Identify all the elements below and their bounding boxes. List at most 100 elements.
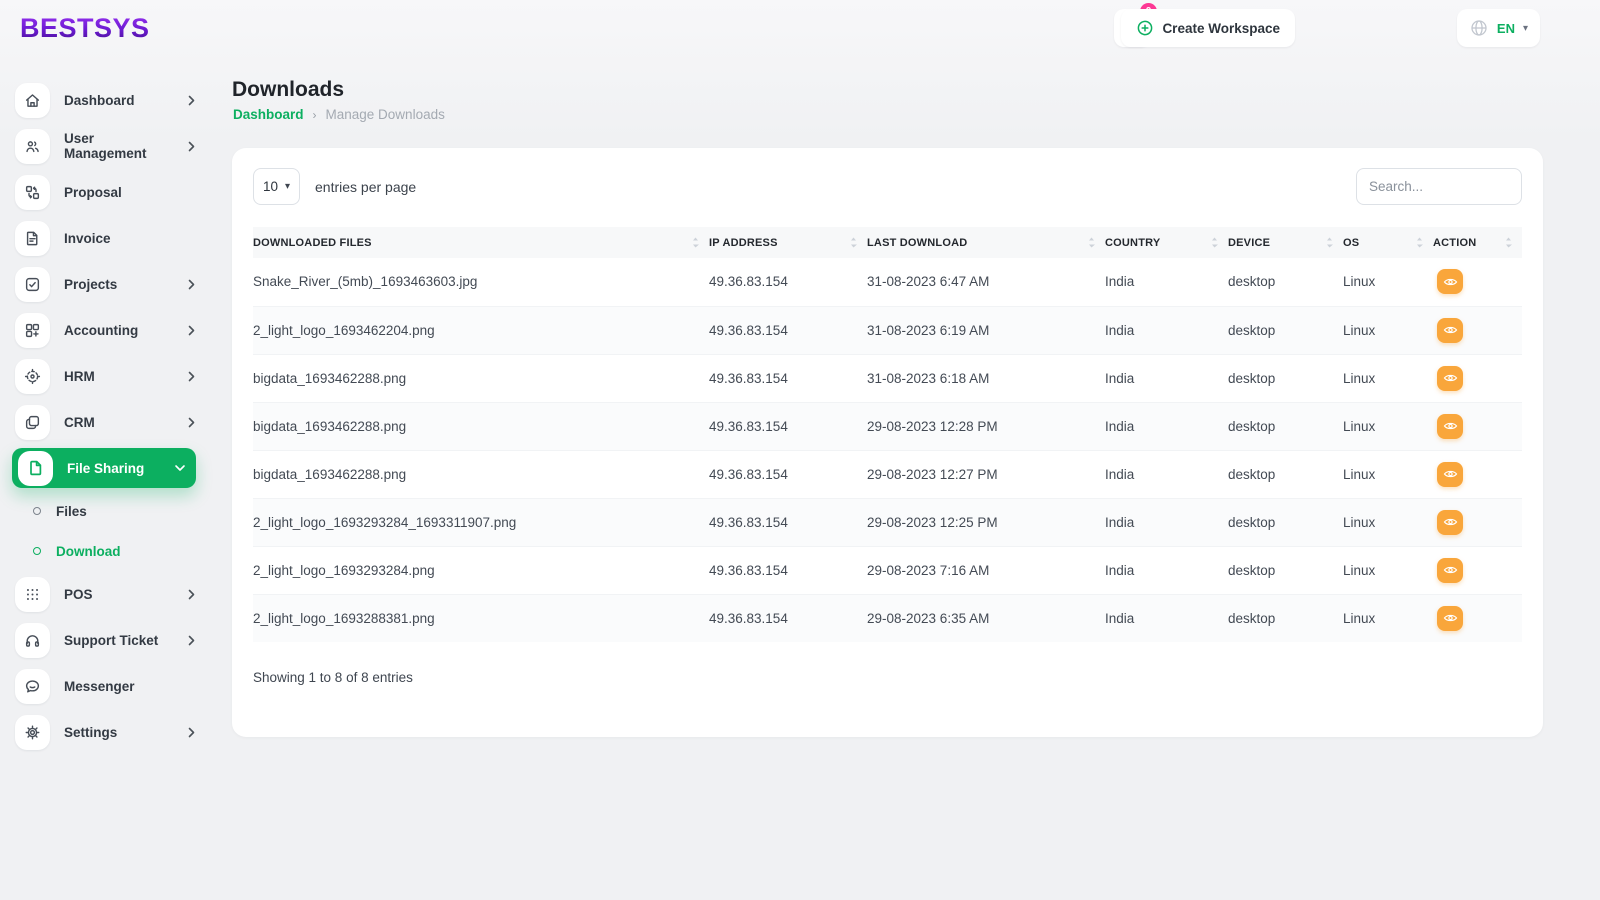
sort-icon[interactable] [850, 237, 857, 248]
cell-country: India [1105, 306, 1228, 354]
cell-last-download: 29-08-2023 7:16 AM [867, 546, 1105, 594]
view-button[interactable] [1437, 318, 1463, 343]
sort-icon[interactable] [1211, 237, 1218, 248]
sort-icon[interactable] [1505, 237, 1512, 248]
sidebar-item-invoice[interactable]: Invoice [0, 215, 210, 261]
cell-ip-address: 49.36.83.154 [709, 498, 867, 546]
create-workspace-button[interactable]: Create Workspace [1121, 9, 1295, 47]
proposal-icon [15, 175, 50, 210]
chevron-right-icon [188, 589, 196, 600]
sidebar-item-label: Messenger [64, 679, 135, 694]
sort-icon[interactable] [1088, 237, 1095, 248]
downloads-card: 10 ▾ entries per page DOWNLOADED FILESIP… [232, 148, 1543, 737]
chevron-right-icon [188, 279, 196, 290]
column-header-device[interactable]: DEVICE [1228, 227, 1343, 258]
sidebar-item-settings[interactable]: Settings [0, 709, 210, 755]
search-input[interactable] [1356, 168, 1522, 205]
breadcrumb: Dashboard › Manage Downloads [233, 107, 445, 122]
view-button[interactable] [1437, 462, 1463, 487]
headset-icon [15, 623, 50, 658]
cell-ip-address: 49.36.83.154 [709, 306, 867, 354]
eye-icon [1443, 612, 1458, 624]
sidebar-item-messenger[interactable]: Messenger [0, 663, 210, 709]
column-header-label: LAST DOWNLOAD [867, 237, 967, 249]
sort-icon[interactable] [692, 237, 699, 248]
sidebar-item-pos[interactable]: POS [0, 571, 210, 617]
brand-logo[interactable]: BESTSYS [20, 13, 150, 44]
cell-os: Linux [1343, 354, 1433, 402]
sidebar-item-label: Support Ticket [64, 633, 158, 648]
view-button[interactable] [1437, 414, 1463, 439]
entries-per-page-select[interactable]: 10 ▾ [253, 168, 300, 205]
cell-downloaded-file: 2_light_logo_1693288381.png [253, 594, 709, 642]
projects-icon [15, 267, 50, 302]
column-header-os[interactable]: OS [1343, 227, 1433, 258]
sidebar-item-label: User Management [64, 131, 174, 161]
table-footer-status: Showing 1 to 8 of 8 entries [253, 670, 1522, 685]
breadcrumb-separator: › [313, 108, 317, 122]
table-row: 2_light_logo_1693462204.png49.36.83.1543… [253, 306, 1522, 354]
sidebar-item-projects[interactable]: Projects [0, 261, 210, 307]
cell-country: India [1105, 450, 1228, 498]
cell-device: desktop [1228, 258, 1343, 306]
eye-icon [1443, 468, 1458, 480]
column-header-last-download[interactable]: LAST DOWNLOAD [867, 227, 1105, 258]
view-button[interactable] [1437, 510, 1463, 535]
cell-last-download: 29-08-2023 12:27 PM [867, 450, 1105, 498]
sidebar-item-accounting[interactable]: Accounting [0, 307, 210, 353]
cell-downloaded-file: 2_light_logo_1693462204.png [253, 306, 709, 354]
sidebar-item-download[interactable]: Download [0, 531, 210, 571]
cell-country: India [1105, 402, 1228, 450]
sidebar-item-dashboard[interactable]: Dashboard [0, 77, 210, 123]
view-button[interactable] [1437, 606, 1463, 631]
pos-icon [15, 577, 50, 612]
crm-icon [15, 405, 50, 440]
cell-os: Linux [1343, 306, 1433, 354]
cell-ip-address: 49.36.83.154 [709, 546, 867, 594]
cell-device: desktop [1228, 402, 1343, 450]
breadcrumb-dashboard-link[interactable]: Dashboard [233, 107, 304, 122]
column-header-country[interactable]: COUNTRY [1105, 227, 1228, 258]
view-button[interactable] [1437, 366, 1463, 391]
sidebar-item-files[interactable]: Files [0, 491, 210, 531]
view-button[interactable] [1437, 269, 1463, 294]
column-header-downloaded-files[interactable]: DOWNLOADED FILES [253, 227, 709, 258]
sidebar-item-user-management[interactable]: User Management [0, 123, 210, 169]
cell-action [1433, 306, 1522, 354]
column-header-label: DEVICE [1228, 237, 1270, 249]
home-icon [15, 83, 50, 118]
cell-downloaded-file: bigdata_1693462288.png [253, 354, 709, 402]
hrm-icon [15, 359, 50, 394]
plus-circle-icon [1136, 19, 1154, 37]
cell-country: India [1105, 594, 1228, 642]
sidebar-item-label: Invoice [64, 231, 111, 246]
sidebar-item-file-sharing[interactable]: File Sharing [12, 448, 196, 488]
eye-icon [1443, 372, 1458, 384]
chevron-down-icon: ▾ [285, 181, 290, 192]
cell-device: desktop [1228, 354, 1343, 402]
column-header-label: IP ADDRESS [709, 237, 778, 249]
sidebar-item-proposal[interactable]: Proposal [0, 169, 210, 215]
sidebar-item-hrm[interactable]: HRM [0, 353, 210, 399]
chevron-down-icon: ▾ [1523, 23, 1528, 34]
globe-icon [1469, 18, 1489, 38]
view-button[interactable] [1437, 558, 1463, 583]
eye-icon [1443, 420, 1458, 432]
sidebar-item-label: Proposal [64, 185, 122, 200]
table-row: 2_light_logo_1693293284.png49.36.83.1542… [253, 546, 1522, 594]
sidebar-item-crm[interactable]: CRM [0, 399, 210, 445]
sort-icon[interactable] [1416, 237, 1423, 248]
language-selector[interactable]: EN ▾ [1457, 9, 1540, 47]
column-header-ip-address[interactable]: IP ADDRESS [709, 227, 867, 258]
cell-downloaded-file: Snake_River_(5mb)_1693463603.jpg [253, 258, 709, 306]
column-header-action[interactable]: ACTION [1433, 227, 1522, 258]
table-row: bigdata_1693462288.png49.36.83.15429-08-… [253, 402, 1522, 450]
sidebar-item-support-ticket[interactable]: Support Ticket [0, 617, 210, 663]
eye-icon [1443, 564, 1458, 576]
cell-device: desktop [1228, 546, 1343, 594]
cell-action [1433, 594, 1522, 642]
chevron-right-icon [188, 371, 196, 382]
cell-action [1433, 354, 1522, 402]
sort-icon[interactable] [1326, 237, 1333, 248]
column-header-label: OS [1343, 237, 1359, 249]
